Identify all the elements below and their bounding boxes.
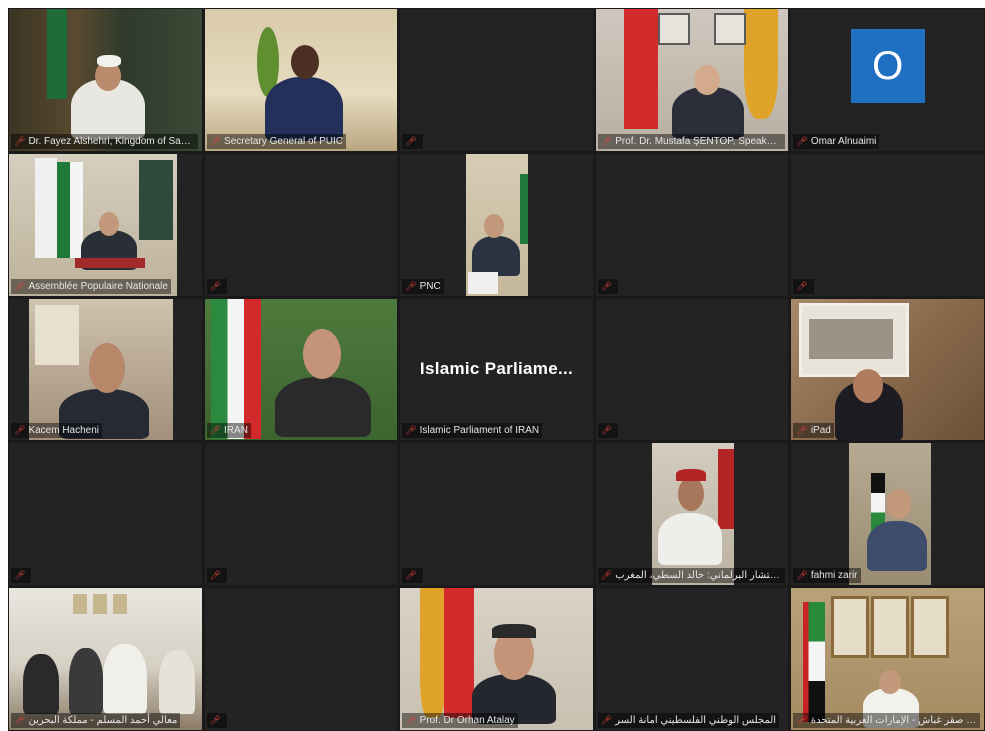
participant-video	[400, 588, 593, 730]
participant-tile[interactable]: 🎤︎ Dr. Fayez Alshehri, Kingdom of Saudi A…	[9, 9, 202, 151]
participant-tile[interactable]: 🎤︎ معالي أحمد المسلم - مملكة البحرين	[9, 588, 202, 730]
participant-tile[interactable]: 🎤︎	[595, 298, 789, 441]
mic-muted-icon: 🎤︎	[14, 280, 26, 291]
participant-tile[interactable]: 🎤︎ PNC	[400, 153, 593, 296]
mic-muted-icon: 🎤︎	[796, 570, 808, 581]
participant-video	[466, 153, 529, 296]
mic-muted-icon: 🎤︎	[796, 425, 808, 436]
participant-name: 🎤︎ Kacem Hacheni	[11, 423, 103, 439]
participant-tile[interactable]: 🎤︎	[791, 153, 984, 296]
participant-tile[interactable]: 🎤︎	[400, 9, 593, 151]
participant-name: 🎤︎ iPad	[793, 423, 834, 439]
participant-video	[204, 298, 398, 441]
participant-name: 🎤︎	[402, 568, 423, 584]
mic-muted-icon: 🎤︎	[600, 425, 613, 436]
participant-video	[791, 588, 984, 730]
mic-muted-icon: 🎤︎	[14, 570, 26, 581]
mic-muted-icon: 🎤︎	[14, 425, 26, 436]
participant-name: 🎤︎ معالي صقر غباش - الإمارات العربية المت…	[793, 713, 981, 728]
participant-tile[interactable]: 🎤︎	[204, 588, 398, 730]
participant-tile[interactable]: 🎤︎ المستشار البرلماني: خالد السطي، المغرب	[595, 443, 789, 586]
mic-muted-icon: 🎤︎	[600, 715, 613, 725]
participant-video	[651, 443, 734, 586]
mic-muted-icon: 🎤︎	[209, 135, 222, 146]
participant-name: 🎤︎ Assemblée Populaire Nationale	[11, 278, 171, 294]
participant-name: 🎤︎ Prof. Dr Orhan Atalay	[402, 713, 518, 728]
participant-name: 🎤︎	[206, 568, 228, 584]
mic-muted-icon: 🎤︎	[405, 570, 417, 581]
participant-tile[interactable]: 🎤︎Prof. Dr. Mustafa ŞENTOP, Speaker of t…	[595, 9, 789, 151]
mic-muted-icon: 🎤︎	[405, 280, 417, 291]
participant-tile[interactable]: 🎤︎	[204, 153, 398, 296]
participant-tile[interactable]: 🎤︎ Kacem Hacheni	[9, 298, 202, 441]
avatar: O	[850, 28, 925, 103]
participant-video	[29, 298, 173, 441]
participant-name: 🎤︎	[11, 568, 32, 584]
mic-muted-icon: 🎤︎	[796, 280, 808, 291]
participant-name: 🎤︎ fahmi zarir	[793, 568, 861, 584]
mic-muted-icon: 🎤︎	[209, 715, 222, 725]
participant-video	[9, 153, 177, 296]
participant-tile[interactable]: 🎤︎	[400, 443, 593, 586]
participant-tile[interactable]: 🎤︎ Assemblée Populaire Nationale	[9, 153, 202, 296]
mic-muted-icon: 🎤︎	[405, 425, 417, 436]
participant-tile[interactable]: Islamic Parliame... 🎤︎ Islamic Parliament…	[400, 298, 593, 441]
video-grid: 🎤︎ Dr. Fayez Alshehri, Kingdom of Saudi A…	[8, 8, 985, 731]
mic-muted-icon: 🎤︎	[14, 135, 26, 146]
participant-name: 🎤︎ Omar Alnuaimi	[793, 133, 880, 149]
mic-muted-icon: 🎤︎	[405, 135, 417, 146]
participant-tile[interactable]: 🎤︎	[204, 443, 398, 586]
participant-name: 🎤︎ معالي أحمد المسلم - مملكة البحرين	[11, 713, 181, 728]
mic-muted-icon: 🎤︎	[209, 425, 222, 436]
participant-name: 🎤︎	[206, 713, 228, 728]
participant-name: 🎤︎ PNC	[402, 278, 444, 294]
participant-tile[interactable]: 🎤︎ Prof. Dr Orhan Atalay	[400, 588, 593, 730]
participant-display-name: Islamic Parliame...	[419, 359, 574, 379]
participant-tile[interactable]: 🎤︎ المجلس الوطني الفلسطيني امانة السر	[595, 588, 789, 730]
participant-name: 🎤︎	[597, 278, 619, 294]
participant-name: 🎤︎ Secretary General of PUIC	[206, 133, 346, 149]
participant-tile[interactable]: 🎤︎ IRAN	[204, 298, 398, 441]
mic-muted-icon: 🎤︎	[14, 715, 26, 725]
participant-tile[interactable]: 🎤︎ iPad	[791, 298, 984, 441]
mic-muted-icon: 🎤︎	[796, 715, 808, 725]
mic-muted-icon: 🎤︎	[600, 570, 613, 581]
participant-video	[9, 588, 202, 730]
participant-name: 🎤︎ Islamic Parliament of IRAN	[402, 423, 543, 439]
participant-name: 🎤︎	[597, 423, 619, 439]
participant-tile[interactable]: 🎤︎	[9, 443, 202, 586]
participant-name: 🎤︎ IRAN	[206, 423, 251, 439]
participant-name: 🎤︎ المجلس الوطني الفلسطيني امانة السر	[597, 713, 780, 728]
mic-muted-icon: 🎤︎	[600, 135, 613, 146]
participant-tile[interactable]: 🎤︎ معالي صقر غباش - الإمارات العربية المت…	[791, 588, 984, 730]
mic-muted-icon: 🎤︎	[405, 715, 417, 725]
mic-muted-icon: 🎤︎	[209, 280, 222, 291]
participant-name: 🎤︎	[402, 133, 423, 149]
mic-muted-icon: 🎤︎	[600, 280, 613, 291]
participant-tile[interactable]: 🎤︎	[595, 153, 789, 296]
participant-name: 🎤︎	[793, 278, 814, 294]
participant-name: 🎤︎Prof. Dr. Mustafa ŞENTOP, Speaker of t…	[597, 133, 785, 149]
participant-name: 🎤︎ المستشار البرلماني: خالد السطي، المغرب	[597, 568, 785, 584]
participant-tile[interactable]: 🎤︎ Secretary General of PUIC	[204, 9, 398, 151]
participant-tile[interactable]: O 🎤︎ Omar Alnuaimi	[791, 9, 984, 151]
mic-muted-icon: 🎤︎	[796, 135, 808, 146]
participant-tile[interactable]: 🎤︎ fahmi zarir	[791, 443, 984, 586]
participant-video	[595, 9, 789, 151]
participant-video	[204, 9, 398, 151]
mic-muted-icon: 🎤︎	[209, 570, 222, 581]
participant-video	[9, 9, 202, 151]
participant-name: 🎤︎ Dr. Fayez Alshehri, Kingdom of Saudi A…	[11, 133, 199, 149]
participant-name: 🎤︎	[206, 278, 228, 294]
participant-video	[791, 298, 984, 441]
participant-video	[849, 443, 932, 586]
